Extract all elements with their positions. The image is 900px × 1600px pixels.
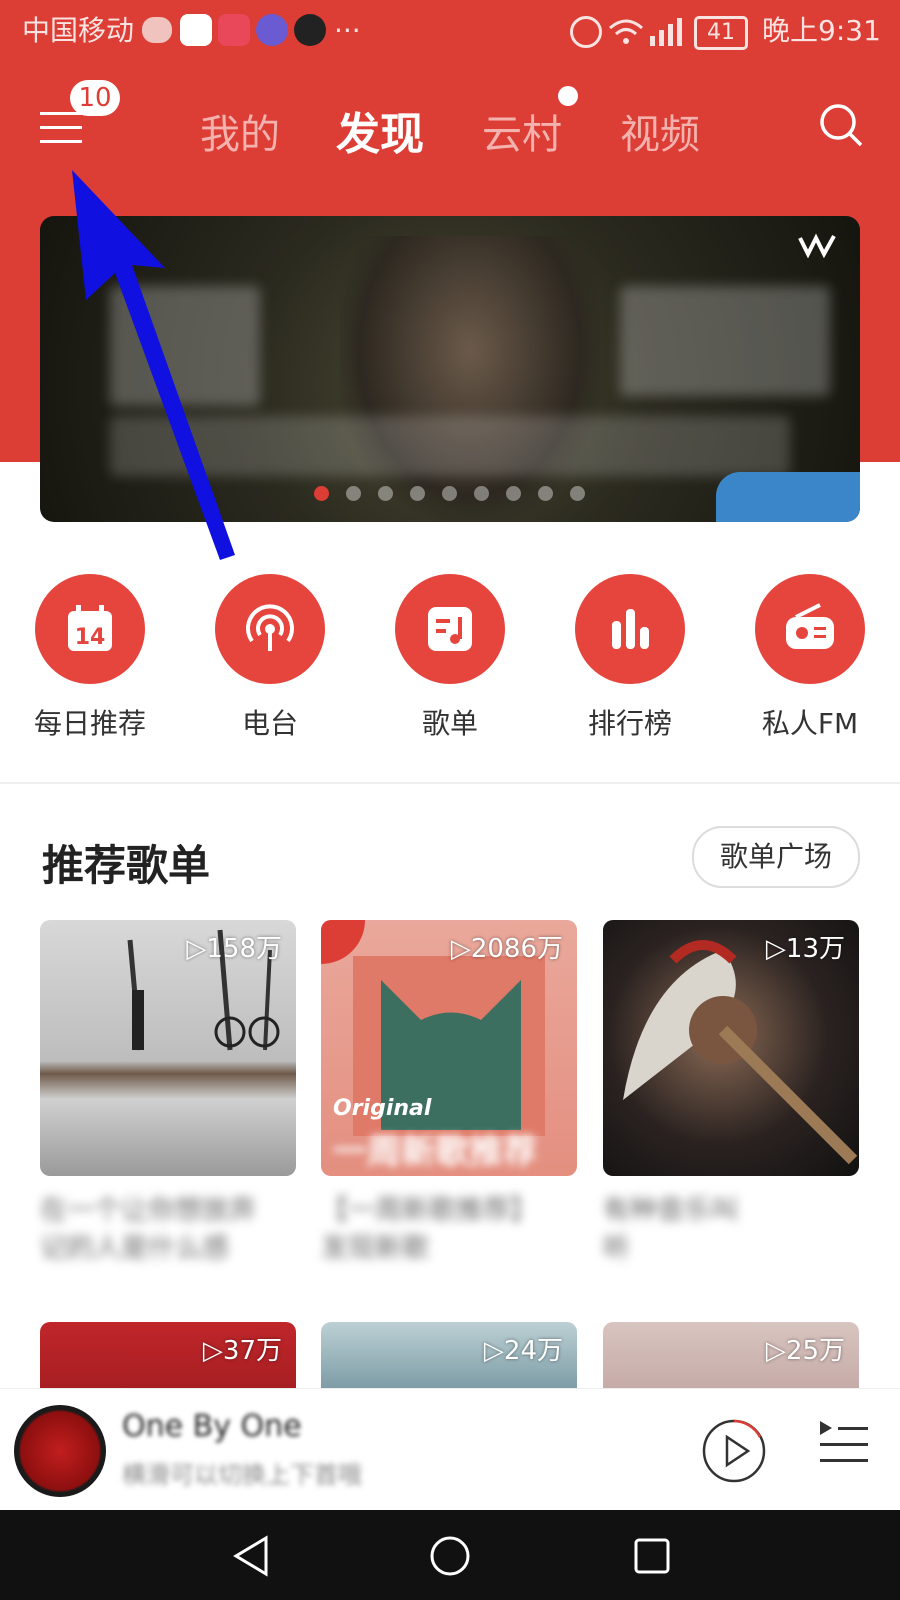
playlist-caption[interactable]: 【一周新歌推荐】 发现新歌: [321, 1192, 577, 1268]
playlist-card[interactable]: ▷158万: [40, 920, 296, 1176]
carousel-dot: [410, 486, 425, 501]
menu-button[interactable]: [40, 110, 86, 146]
tiktok-icon: [294, 14, 326, 46]
clock: 晚上9:31: [762, 14, 881, 47]
menu-badge: 10: [70, 80, 120, 116]
system-nav-bar: [0, 1510, 900, 1600]
charts-button[interactable]: [575, 574, 685, 684]
carousel-dot: [346, 486, 361, 501]
personal-fm-label: 私人FM: [761, 707, 859, 740]
playlist-card[interactable]: ▷2086万 Original 一周新歌推荐: [321, 920, 577, 1176]
charts-label: 排行榜: [587, 707, 672, 740]
playlist-card[interactable]: ▷25万: [603, 1322, 859, 1392]
radio-button[interactable]: [215, 574, 325, 684]
new-dot-badge: [558, 86, 578, 106]
daily-recommend-label: 每日推荐: [33, 707, 146, 740]
playlist-button[interactable]: [395, 574, 505, 684]
tab-mine[interactable]: 我的: [200, 102, 280, 160]
signal-icon: [650, 18, 682, 46]
carousel-dot: [442, 486, 457, 501]
playlist-caption[interactable]: 有种音乐叫 听: [603, 1192, 859, 1268]
daily-recommend-button[interactable]: 14: [35, 574, 145, 684]
song-subtitle: 横滑可以切换上下首哦: [122, 1461, 362, 1489]
playlist-card[interactable]: ▷37万: [40, 1322, 296, 1392]
play-count: ▷158万: [186, 934, 282, 964]
section-title: 推荐歌单: [42, 841, 211, 890]
mini-player[interactable]: One By One 横滑可以切换上下首哦: [0, 1388, 900, 1511]
personal-fm-button[interactable]: [755, 574, 865, 684]
more-notifications: ···: [334, 14, 361, 47]
fm-radio-icon: [786, 603, 834, 649]
tab-discover[interactable]: 发现: [336, 98, 424, 162]
radio-podcast-icon: [246, 604, 294, 651]
song-title: One By One: [122, 1409, 302, 1444]
play-count: ▷25万: [765, 1336, 845, 1366]
section-divider: [0, 782, 900, 784]
back-icon[interactable]: [230, 1534, 274, 1578]
banner-text-blur-right: [620, 286, 830, 396]
browser-icon: [180, 14, 212, 46]
battery-level: 41: [707, 20, 735, 45]
playlist-icon: [428, 607, 472, 651]
carousel-dot: [538, 486, 553, 501]
recents-icon[interactable]: [630, 1534, 674, 1578]
playlist-card[interactable]: ▷24万: [321, 1322, 577, 1392]
play-count: ▷13万: [765, 934, 845, 964]
carrier-label: 中国移动: [22, 14, 135, 47]
tab-community[interactable]: 云村: [482, 102, 562, 160]
carousel-dot-active: [314, 486, 329, 501]
carousel-dot: [506, 486, 521, 501]
home-icon[interactable]: [428, 1534, 472, 1578]
radio-label: 电台: [241, 707, 298, 740]
search-icon[interactable]: [818, 102, 864, 148]
banner-tag: [716, 472, 860, 522]
play-count: ▷24万: [483, 1336, 563, 1366]
kr-app-icon: [256, 14, 288, 46]
tab-video[interactable]: 视频: [620, 102, 700, 160]
svg-text:14: 14: [75, 625, 106, 650]
banner-artist-image: [340, 236, 600, 522]
hamburger-icon: [40, 112, 82, 143]
playlist-card[interactable]: ▷13万: [603, 920, 859, 1176]
play-button[interactable]: [700, 1417, 768, 1485]
alarm-icon: [570, 16, 602, 48]
status-bar: 中国移动 ··· 41 晚上9:31: [0, 0, 900, 62]
carousel-dot: [378, 486, 393, 501]
annotation-arrow: [72, 170, 235, 560]
album-art: [14, 1405, 106, 1497]
calendar-icon: 14: [68, 605, 112, 651]
playlist-plaza-button[interactable]: 歌单广场: [692, 826, 860, 888]
play-count: ▷2086万: [450, 934, 563, 964]
battery-icon: 41: [694, 16, 748, 50]
card-overlay-title: 一周新歌推荐: [333, 1132, 537, 1172]
carousel-dot: [570, 486, 585, 501]
carousel-dot: [474, 486, 489, 501]
play-count: ▷37万: [202, 1336, 282, 1366]
wechat-icon: [142, 17, 172, 43]
playlist-caption[interactable]: 在一个让你想放弃 记的人是什么感: [40, 1192, 296, 1268]
brand-logo: [798, 233, 836, 258]
playlist-label: 歌单: [421, 707, 478, 740]
card-overlay-tag: Original: [333, 1096, 432, 1121]
app-icon: [218, 14, 250, 46]
playlist-queue-icon[interactable]: [818, 1419, 870, 1471]
wifi-icon: [609, 19, 643, 44]
chart-icon: [612, 609, 649, 649]
